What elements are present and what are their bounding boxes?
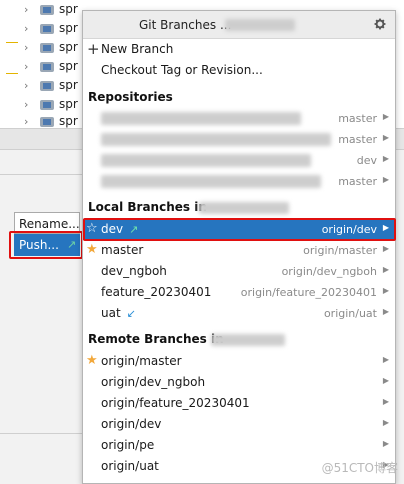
remote-branch-origin-master[interactable]: ★ origin/master ▶	[83, 351, 395, 372]
remote-branch-origin-dev[interactable]: origin/dev ▶	[83, 414, 395, 435]
repository-tracking: dev	[356, 154, 377, 167]
remote-branch-origin-dev-ngboh[interactable]: origin/dev_ngboh ▶	[83, 372, 395, 393]
chevron-right-icon[interactable]: ›	[24, 115, 28, 128]
chevron-right-icon[interactable]: ›	[24, 22, 28, 35]
submenu-arrow-icon: ▶	[382, 286, 389, 295]
redacted-text	[225, 19, 295, 31]
package-icon	[40, 60, 54, 73]
divider	[0, 174, 90, 175]
checkout-tag-item[interactable]: Checkout Tag or Revision...	[83, 60, 395, 81]
redacted-text	[211, 334, 285, 346]
tree-item-label: spr	[59, 78, 78, 92]
chevron-right-icon[interactable]: ›	[24, 98, 28, 111]
branch-name: uat ↙	[101, 306, 136, 320]
tree-item-label: spr	[59, 114, 78, 128]
divider	[0, 433, 90, 434]
submenu-arrow-icon: ▶	[382, 418, 389, 427]
git-branches-popup: Git Branches ... + New Branch Checkout T…	[82, 10, 396, 484]
branch-name: origin/feature_20230401	[101, 396, 250, 410]
branch-name: origin/uat	[101, 459, 159, 473]
redacted-text	[101, 112, 301, 125]
submenu-arrow-icon: ▶	[382, 112, 389, 121]
popup-title: Git Branches ...	[139, 18, 231, 32]
branch-tracking: origin/dev_ngboh	[281, 265, 377, 278]
submenu-arrow-icon: ▶	[382, 376, 389, 385]
plus-icon: +	[87, 40, 100, 58]
submenu-arrow-icon: ▶	[382, 307, 389, 316]
gutter-marker	[6, 42, 18, 43]
branch-name: origin/master	[101, 354, 182, 368]
repository-item[interactable]: master ▶	[83, 129, 395, 150]
local-branch-master[interactable]: ★ master origin/master ▶	[83, 240, 395, 261]
star-icon[interactable]: ★	[86, 353, 98, 368]
tree-item-label: spr	[59, 2, 78, 16]
watermark: @51CTO博客	[321, 461, 398, 475]
highlight-box	[9, 231, 83, 259]
submenu-arrow-icon: ▶	[382, 265, 389, 274]
submenu-arrow-icon: ▶	[382, 355, 389, 364]
submenu-arrow-icon: ▶	[382, 244, 389, 253]
branch-name: origin/dev_ngboh	[101, 375, 206, 389]
tree-item-label: spr	[59, 21, 78, 35]
package-icon	[40, 41, 54, 54]
branch-name: dev_ngboh	[101, 264, 167, 278]
checkout-tag-label: Checkout Tag or Revision...	[101, 63, 263, 77]
outgoing-arrow-icon: ↙	[126, 307, 136, 320]
submenu-arrow-icon: ▶	[382, 397, 389, 406]
tree-item-label: spr	[59, 59, 78, 73]
submenu-arrow-icon: ▶	[382, 439, 389, 448]
local-branches-header: Local Branches in	[88, 200, 207, 214]
tree-item-label: spr	[59, 40, 78, 54]
repository-item[interactable]: master ▶	[83, 108, 395, 129]
chevron-right-icon[interactable]: ›	[24, 41, 28, 54]
branch-tracking: origin/feature_20230401	[240, 286, 377, 299]
tree-item-label: spr	[59, 97, 78, 111]
new-branch-label: New Branch	[101, 42, 174, 56]
branch-tracking: origin/uat	[323, 307, 377, 320]
repository-tracking: master	[338, 112, 377, 125]
repository-item[interactable]: dev ▶	[83, 150, 395, 171]
highlight-box	[83, 218, 396, 241]
redacted-text	[101, 133, 331, 146]
redacted-text	[101, 154, 311, 167]
submenu-arrow-icon: ▶	[382, 154, 389, 163]
popup-header: Git Branches ...	[83, 11, 395, 39]
local-branch-dev-ngboh[interactable]: dev_ngboh origin/dev_ngboh ▶	[83, 261, 395, 282]
redacted-text	[199, 202, 289, 214]
new-branch-item[interactable]: + New Branch	[83, 39, 395, 60]
branch-name: feature_20230401	[101, 285, 212, 299]
remote-branch-origin-pe[interactable]: origin/pe ▶	[83, 435, 395, 456]
redacted-text	[101, 175, 321, 188]
star-icon[interactable]: ★	[86, 242, 98, 257]
repository-tracking: master	[338, 175, 377, 188]
local-branch-feature[interactable]: feature_20230401 origin/feature_20230401…	[83, 282, 395, 303]
chevron-right-icon[interactable]: ›	[24, 3, 28, 16]
package-icon	[40, 115, 54, 128]
gutter-marker	[6, 73, 18, 74]
branch-name: origin/pe	[101, 438, 155, 452]
branch-name: origin/dev	[101, 417, 162, 431]
branch-name: master	[101, 243, 144, 257]
submenu-arrow-icon: ▶	[382, 133, 389, 142]
repositories-header: Repositories	[88, 90, 173, 104]
branch-tracking: origin/master	[303, 244, 377, 257]
gear-icon[interactable]	[373, 17, 387, 31]
chevron-right-icon[interactable]: ›	[24, 79, 28, 92]
remote-branches-header: Remote Branches in	[88, 332, 224, 346]
package-icon	[40, 3, 54, 16]
chevron-right-icon[interactable]: ›	[24, 60, 28, 73]
submenu-arrow-icon: ▶	[382, 175, 389, 184]
repository-item[interactable]: master ▶	[83, 171, 395, 192]
package-icon	[40, 22, 54, 35]
remote-branch-origin-feature[interactable]: origin/feature_20230401 ▶	[83, 393, 395, 414]
repository-tracking: master	[338, 133, 377, 146]
package-icon	[40, 98, 54, 111]
package-icon	[40, 79, 54, 92]
local-branch-uat[interactable]: uat ↙ origin/uat ▶	[83, 303, 395, 324]
